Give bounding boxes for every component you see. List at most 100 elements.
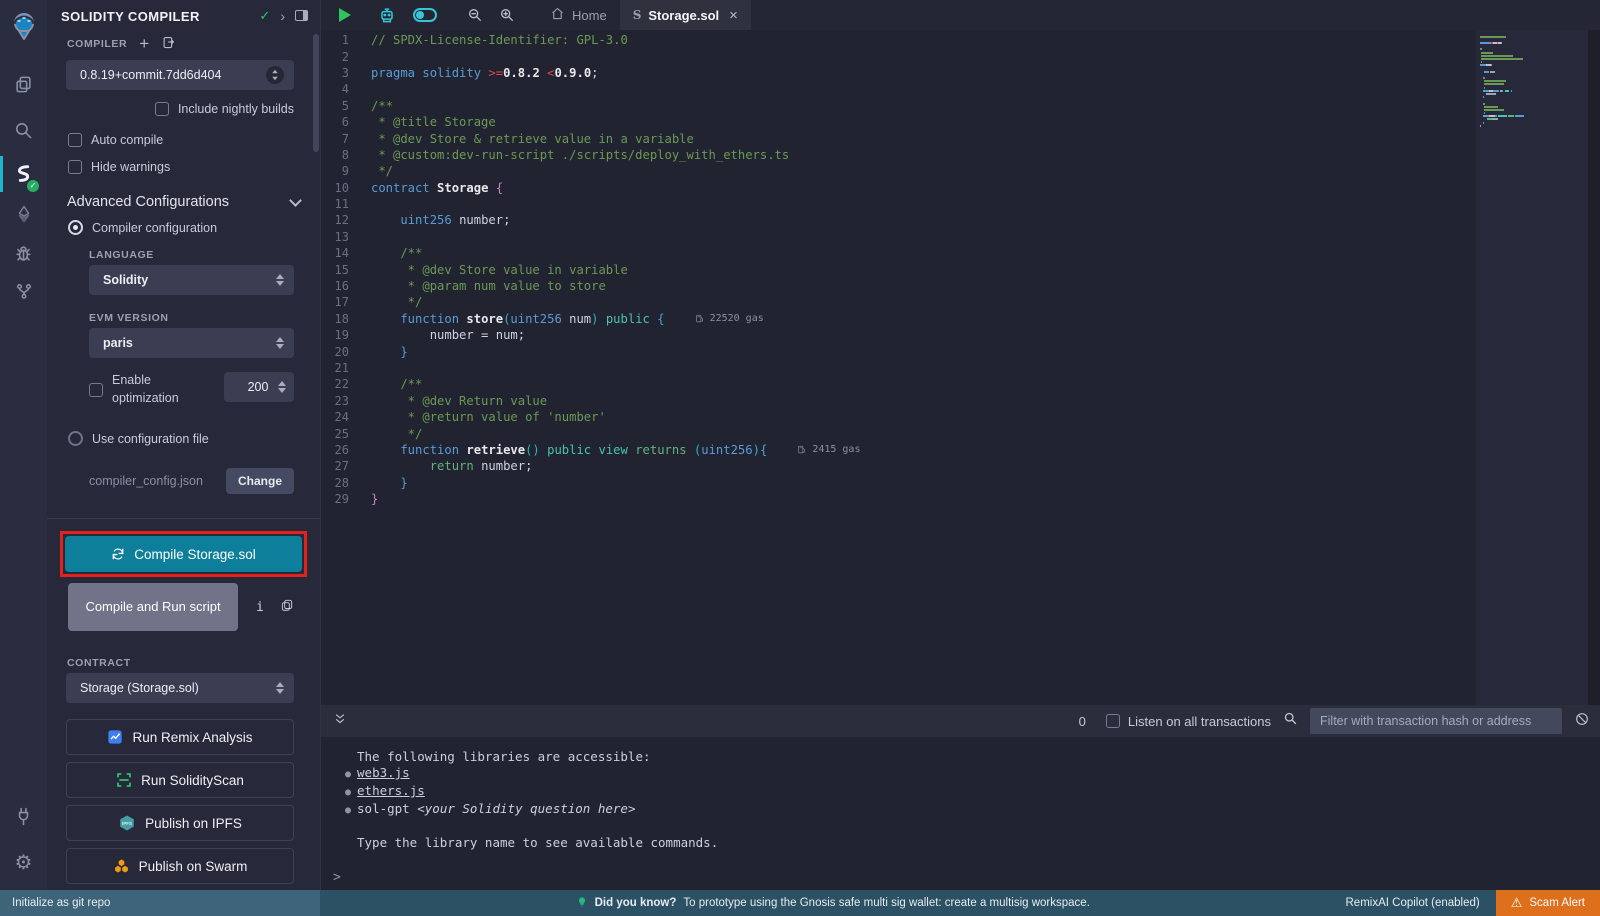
rail-item-plugin-manager[interactable] [0, 798, 47, 834]
rail-item-search[interactable] [0, 110, 47, 150]
compile-button[interactable]: Compile Storage.sol [65, 536, 302, 572]
auto-compile-row[interactable]: Auto compile [68, 133, 320, 147]
auto-compile-checkbox[interactable] [68, 133, 82, 147]
rail-item-settings[interactable]: ⚙ [0, 844, 47, 880]
listen-transactions-row[interactable]: Listen on all transactions [1106, 714, 1271, 729]
zoom-in-icon[interactable] [491, 0, 523, 30]
publish-swarm-button[interactable]: Publish on Swarm [66, 848, 294, 884]
copilot-toggle[interactable] [405, 0, 445, 30]
compile-success-icon: ✓ [259, 8, 270, 24]
code-line-9[interactable]: 9 */ [321, 163, 1476, 179]
use-config-file-radio[interactable] [68, 431, 83, 446]
compile-button-highlight: Compile Storage.sol [60, 531, 307, 577]
code-line-23[interactable]: 23 * @dev Return value [321, 393, 1476, 409]
code-line-25[interactable]: 25 */ [321, 425, 1476, 441]
code-line-21[interactable]: 21 [321, 360, 1476, 376]
code-editor[interactable]: 1// SPDX-License-Identifier: GPL-3.023pr… [321, 30, 1476, 705]
terminal-output[interactable]: The following libraries are accessible: … [321, 737, 1600, 890]
number-stepper-icon[interactable] [278, 381, 286, 393]
change-config-button[interactable]: Change [226, 468, 294, 494]
code-line-26[interactable]: 26 function retrieve() public view retur… [321, 442, 1476, 458]
rail-item-debugger[interactable] [0, 234, 47, 272]
rail-item-git[interactable] [0, 272, 47, 310]
code-line-29[interactable]: 29} [321, 491, 1476, 507]
code-line-5[interactable]: 5/** [321, 98, 1476, 114]
hide-warnings-checkbox[interactable] [68, 160, 82, 174]
transaction-filter-input[interactable] [1310, 708, 1562, 734]
close-tab-icon[interactable]: × [729, 7, 738, 24]
add-compiler-icon[interactable]: + [139, 34, 149, 54]
code-line-8[interactable]: 8 * @custom:dev-run-script ./scripts/dep… [321, 147, 1476, 163]
chevron-right-icon[interactable]: › [280, 8, 285, 24]
code-line-3[interactable]: 3pragma solidity >=0.8.2 <0.9.0; [321, 65, 1476, 81]
language-select[interactable]: Solidity [89, 265, 294, 295]
code-line-13[interactable]: 13 [321, 229, 1476, 245]
remix-ai-robot-icon[interactable] [369, 0, 405, 30]
panel-scrollbar[interactable] [313, 34, 319, 152]
git-init-segment[interactable]: Initialize as git repo [0, 890, 320, 916]
evm-version-select[interactable]: paris [89, 328, 294, 358]
code-line-7[interactable]: 7 * @dev Store & retrieve value in a var… [321, 130, 1476, 146]
code-line-16[interactable]: 16 * @param num value to store [321, 278, 1476, 294]
compile-and-run-script-button[interactable]: Compile and Run script [68, 583, 238, 631]
run-solidityscan-button[interactable]: Run SolidityScan [66, 762, 294, 798]
code-line-4[interactable]: 4 [321, 81, 1476, 97]
rail-item-deploy-run[interactable] [0, 194, 47, 234]
rail-item-remix-logo[interactable] [0, 2, 47, 48]
optimization-runs-input[interactable]: 200 [224, 372, 294, 402]
pin-panel-icon[interactable] [295, 8, 308, 24]
open-file-icon[interactable] [161, 35, 176, 54]
optimization-checkbox[interactable] [89, 383, 103, 397]
code-line-22[interactable]: 22 /** [321, 376, 1476, 392]
code-line-28[interactable]: 28 } [321, 475, 1476, 491]
collapse-terminal-icon[interactable] [333, 712, 347, 731]
publish-ipfs-button[interactable]: IPFSPublish on IPFS [66, 805, 294, 841]
terminal-library-item[interactable]: ●ethers.js [321, 783, 1600, 801]
code-line-2[interactable]: 2 [321, 48, 1476, 64]
clear-console-icon[interactable] [1574, 711, 1590, 732]
compiler-configuration-radio-row[interactable]: Compiler configuration [68, 220, 320, 235]
code-line-15[interactable]: 15 * @dev Store value in variable [321, 261, 1476, 277]
tab-storage-sol[interactable]: S Storage.sol × [620, 0, 751, 30]
nightly-builds-checkbox-row[interactable]: Include nightly builds [47, 102, 294, 116]
code-line-6[interactable]: 6 * @title Storage [321, 114, 1476, 130]
listen-transactions-checkbox[interactable] [1106, 714, 1120, 728]
use-configuration-file-row[interactable]: Use configuration file [68, 431, 320, 446]
nightly-checkbox[interactable] [155, 102, 169, 116]
status-bar: Initialize as git repo Did you know? To … [0, 890, 1600, 916]
terminal-library-item[interactable]: ●web3.js [321, 765, 1600, 783]
rail-item-file-explorer[interactable] [0, 64, 47, 104]
code-line-27[interactable]: 27 return number; [321, 458, 1476, 474]
code-line-18[interactable]: 18 function store(uint256 num) public {2… [321, 311, 1476, 327]
copilot-status[interactable]: RemixAI Copilot (enabled) [1346, 890, 1480, 916]
run-remix-analysis-button[interactable]: Run Remix Analysis [66, 719, 294, 755]
run-script-play-button[interactable] [321, 0, 359, 30]
compiler-section-label: COMPILER [67, 38, 127, 50]
hide-warnings-row[interactable]: Hide warnings [68, 160, 320, 174]
scam-alert-button[interactable]: ⚠ Scam Alert [1496, 890, 1600, 916]
code-line-20[interactable]: 20 } [321, 343, 1476, 359]
minimap[interactable] [1476, 30, 1588, 705]
select-stepper-icon [266, 66, 284, 84]
code-line-17[interactable]: 17 */ [321, 294, 1476, 310]
code-line-24[interactable]: 24 * @return value of 'number' [321, 409, 1476, 425]
compiler-version-select[interactable]: 0.8.19+commit.7dd6d404 [66, 60, 294, 90]
tab-home[interactable]: Home [537, 0, 620, 30]
contract-select[interactable]: Storage (Storage.sol) [66, 673, 294, 703]
code-line-1[interactable]: 1// SPDX-License-Identifier: GPL-3.0 [321, 32, 1476, 48]
code-line-12[interactable]: 12 uint256 number; [321, 212, 1476, 228]
compiler-configuration-radio[interactable] [68, 220, 83, 235]
code-line-11[interactable]: 11 [321, 196, 1476, 212]
info-icon[interactable]: i [256, 600, 264, 615]
editor-scrollbar[interactable] [1588, 30, 1600, 705]
code-line-10[interactable]: 10contract Storage { [321, 180, 1476, 196]
advanced-configurations-toggle[interactable]: Advanced Configurations [47, 174, 320, 220]
copy-icon[interactable] [280, 598, 294, 617]
code-line-14[interactable]: 14 /** [321, 245, 1476, 261]
terminal-search-icon [1283, 711, 1298, 731]
rail-item-solidity-compiler[interactable]: ✓ [0, 154, 47, 194]
zoom-out-icon[interactable] [459, 0, 491, 30]
enable-optimization-row[interactable]: Enable optimization [89, 372, 209, 407]
code-line-19[interactable]: 19 number = num; [321, 327, 1476, 343]
terminal-prompt[interactable]: > [333, 870, 341, 886]
